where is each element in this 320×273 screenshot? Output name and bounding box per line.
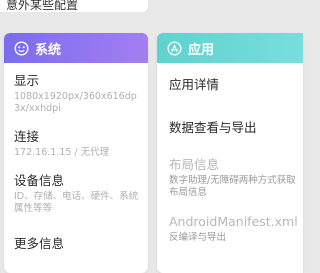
device-info-item[interactable]: 设备信息 ID、存储、电话、硬件、系统属性等等 [14, 173, 142, 215]
app-card-header: 应用 [157, 33, 303, 63]
data-export-item[interactable]: 数据查看与导出 [169, 120, 301, 136]
app-store-icon [167, 40, 182, 56]
layout-info-item[interactable]: 布局信息 数字助理/无障碍两种方式获取布局信息 [169, 157, 301, 199]
layout-info-subtitle: 数字助理/无障碍两种方式获取布局信息 [169, 175, 296, 198]
connection-subtitle: 172.16.1.15 / 无代理 [14, 147, 110, 158]
data-export-title: 数据查看与导出 [169, 120, 257, 135]
manifest-title: AndroidManifest.xml [169, 214, 298, 229]
display-subtitle: 1080x1920px/360x616dp 3x/xxhdpi [14, 91, 137, 114]
top-card-text: 意外某些配置 [6, 0, 79, 12]
app-details-item[interactable]: 应用详情 [169, 77, 301, 93]
layout-info-title: 布局信息 [169, 157, 220, 172]
app-card-title: 应用 [188, 42, 215, 58]
more-info-item[interactable]: 更多信息 [14, 236, 142, 252]
system-card-title: 系统 [35, 42, 62, 58]
more-info-title: 更多信息 [14, 236, 65, 251]
app-card: 应用 应用详情 数据查看与导出 布局信息 数字助理/无障碍两种方式获取布局信息 … [157, 33, 303, 273]
system-card-header: 系统 [4, 33, 148, 63]
connection-title: 连接 [14, 129, 40, 144]
system-card: 系统 显示 1080x1920px/360x616dp 3x/xxhdpi 连接… [4, 33, 148, 273]
top-partial-card: 意外某些配置 [0, 0, 303, 22]
display-item[interactable]: 显示 1080x1920px/360x616dp 3x/xxhdpi [14, 73, 142, 115]
robot-face-icon [14, 40, 29, 56]
display-title: 显示 [14, 73, 40, 88]
manifest-item[interactable]: AndroidManifest.xml 反编译与导出 [169, 214, 301, 244]
app-details-title: 应用详情 [169, 77, 220, 92]
device-info-title: 设备信息 [14, 173, 65, 188]
connection-item[interactable]: 连接 172.16.1.15 / 无代理 [14, 129, 142, 159]
device-info-subtitle: ID、存储、电话、硬件、系统属性等等 [14, 191, 139, 214]
manifest-subtitle: 反编译与导出 [169, 232, 227, 243]
